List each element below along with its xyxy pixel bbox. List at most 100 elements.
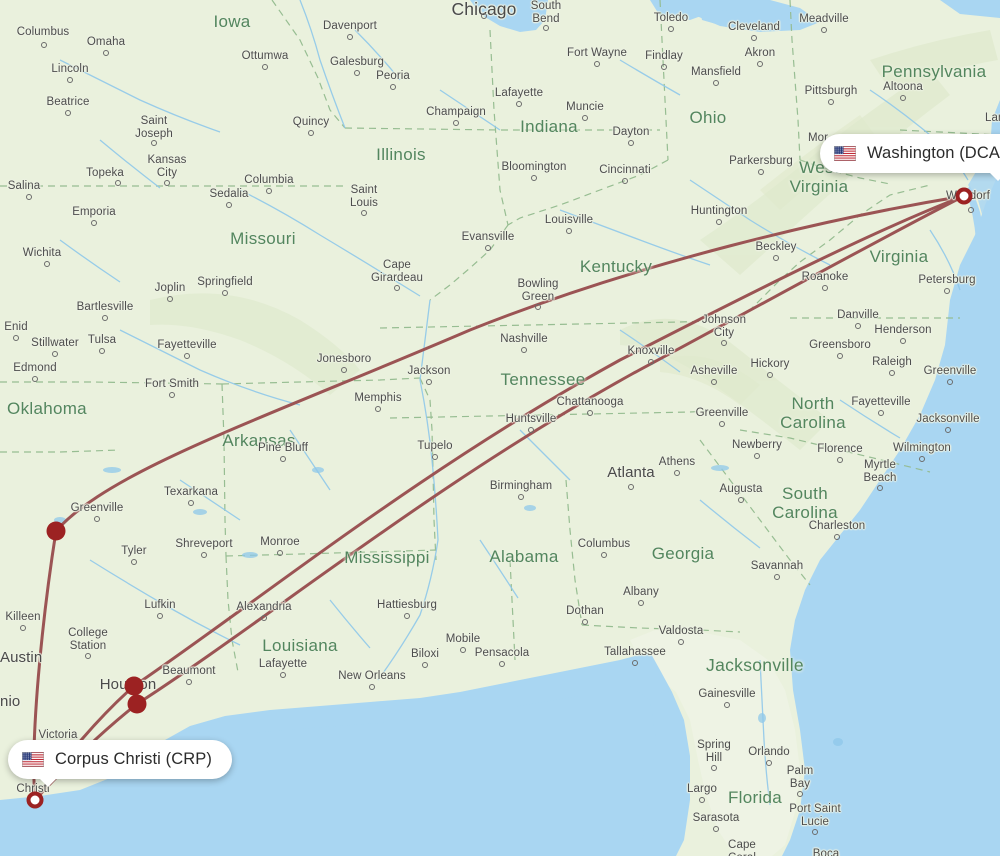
city-label: Bartlesville: [76, 301, 134, 313]
city-marker-dot: [947, 379, 953, 385]
city-label: Pine Bluff: [257, 442, 309, 454]
city-label: Champaign: [426, 106, 486, 118]
city-marker-dot: [518, 494, 524, 500]
city-marker-dot: [582, 115, 588, 121]
city-marker-dot: [822, 285, 828, 291]
city-marker-dot: [713, 826, 719, 832]
airport-marker-hou[interactable]: [127, 694, 147, 714]
city-label: Mansfield: [690, 66, 742, 78]
city-label: Greensboro: [809, 339, 871, 351]
state-label: Arkansas: [222, 431, 296, 450]
city-marker-dot: [226, 202, 232, 208]
city-label: Topeka: [86, 167, 124, 179]
city-label: College Station: [68, 627, 108, 652]
airport-tooltip-label: Washington (DCA): [867, 144, 1000, 162]
tooltip-tail: [988, 171, 1000, 181]
city-marker-dot: [587, 410, 593, 416]
city-label: Omaha: [86, 36, 126, 48]
city-marker-dot: [834, 534, 840, 540]
city-marker-dot: [262, 64, 268, 70]
city-label: Palm Bay: [786, 765, 814, 790]
airport-marker-iah[interactable]: [124, 676, 144, 696]
city-label: New Orleans: [338, 670, 406, 682]
city-label: Greenville: [70, 502, 124, 514]
city-label: Joplin: [154, 282, 186, 294]
city-marker-dot: [115, 180, 121, 186]
state-label: Pennsylvania: [881, 62, 987, 81]
city-label: Cape Girardeau: [370, 259, 424, 284]
state-label: Tennessee: [500, 370, 586, 389]
city-marker-dot: [889, 370, 895, 376]
city-marker-dot: [878, 410, 884, 416]
city-label: Hickory: [750, 358, 790, 370]
city-marker-dot: [594, 61, 600, 67]
city-marker-dot: [394, 285, 400, 291]
city-label: Jacksonville: [916, 413, 980, 425]
city-marker-dot: [711, 379, 717, 385]
city-label: Lanca: [985, 112, 1000, 124]
city-marker-dot: [622, 178, 628, 184]
city-marker-dot: [85, 653, 91, 659]
city-marker-dot: [638, 600, 644, 606]
city-marker-dot: [41, 42, 47, 48]
city-label: Biloxi: [410, 648, 440, 660]
city-marker-dot: [719, 421, 725, 427]
city-label: Cleveland: [727, 21, 781, 33]
city-marker-dot: [32, 376, 38, 382]
city-marker-dot: [481, 13, 487, 19]
city-marker-dot: [280, 672, 286, 678]
city-marker-dot: [713, 80, 719, 86]
city-label: Louisville: [544, 214, 594, 226]
city-marker-dot: [91, 220, 97, 226]
city-marker-dot: [361, 210, 367, 216]
city-label: Asheville: [690, 365, 738, 377]
state-label: Florida: [727, 788, 783, 807]
city-marker-dot: [758, 169, 764, 175]
city-marker-dot: [354, 70, 360, 76]
city-label: Jonesboro: [316, 353, 372, 365]
airport-tooltip-crp[interactable]: Corpus Christi (CRP): [8, 740, 232, 787]
city-marker-dot: [67, 77, 73, 83]
airport-marker-crp[interactable]: [26, 791, 44, 809]
city-label: Petersburg: [918, 274, 976, 286]
city-label: Springfield: [197, 276, 253, 288]
city-label: Orlando: [748, 746, 790, 758]
city-marker-dot: [99, 348, 105, 354]
city-label: Hattiesburg: [377, 599, 437, 611]
city-label: Cincinnati: [599, 164, 651, 176]
city-marker-dot: [521, 347, 527, 353]
city-marker-dot: [945, 427, 951, 433]
city-label: Fort Smith: [144, 378, 200, 390]
city-marker-dot: [754, 453, 760, 459]
city-label: Albany: [623, 586, 659, 598]
city-label: Charleston: [808, 520, 866, 532]
city-marker-dot: [812, 829, 818, 835]
city-label: Galesburg: [330, 56, 384, 68]
state-label: Illinois: [376, 145, 426, 164]
state-label: South Carolina: [772, 484, 838, 522]
city-marker-dot: [774, 574, 780, 580]
state-label: Virginia: [869, 247, 929, 266]
flight-route-map[interactable]: Iowa Illinois Indiana Ohio Pennsylvania Misso…: [0, 0, 1000, 856]
city-marker-dot: [188, 500, 194, 506]
airport-marker-dfw[interactable]: [46, 521, 66, 541]
state-label: Iowa: [213, 12, 251, 31]
state-label: Alabama: [489, 547, 559, 566]
city-marker-dot: [531, 175, 537, 181]
city-marker-dot: [648, 359, 654, 365]
city-marker-dot: [103, 50, 109, 56]
city-marker-dot: [499, 661, 505, 667]
city-label: Fort Wayne: [566, 47, 628, 59]
airport-tooltip-dca[interactable]: Washington (DCA): [820, 134, 1000, 181]
city-marker-dot: [828, 99, 834, 105]
map-overlay-layer: Iowa Illinois Indiana Ohio Pennsylvania Misso…: [0, 0, 1000, 856]
city-label: Pittsburgh: [804, 85, 858, 97]
city-marker-dot: [426, 379, 432, 385]
city-marker-dot: [674, 470, 680, 476]
airport-marker-dca[interactable]: [955, 187, 973, 205]
city-label: Lincoln: [51, 63, 89, 75]
city-marker-dot: [900, 338, 906, 344]
city-label: Valdosta: [658, 625, 704, 637]
city-marker-dot: [157, 613, 163, 619]
city-label: Jackson: [407, 365, 451, 377]
